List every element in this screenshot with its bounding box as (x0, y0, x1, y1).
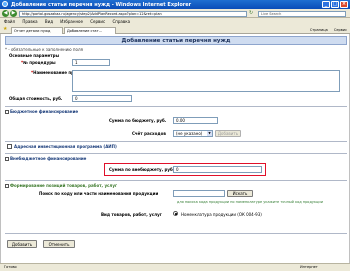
product-search-input[interactable] (173, 190, 225, 197)
budget-checkbox[interactable] (5, 110, 9, 114)
account-label: Счёт расходов (132, 131, 166, 136)
close-button[interactable]: × (340, 1, 348, 8)
menu-item-view[interactable]: Вид (45, 19, 53, 24)
divider (5, 141, 347, 142)
page-menu[interactable]: Страница (310, 28, 328, 32)
classifier-radio[interactable] (173, 211, 178, 216)
address-input[interactable]: http://portal.goszakaz.ru/agency/step2/A… (19, 10, 247, 17)
menu-item-edit[interactable]: Правка (22, 19, 37, 24)
procedure-label: *№ процедуры (21, 60, 56, 65)
status-bar: Готово Интернет (0, 263, 350, 271)
basic-section-title: Основные параметры (9, 53, 60, 58)
maximize-button[interactable]: □ (331, 1, 339, 8)
search-button[interactable]: Искать (227, 190, 253, 197)
status-text: Готово (4, 265, 17, 269)
form-title: Добавление статьи перечня нужд (5, 36, 347, 45)
page-content: Добавление статьи перечня нужд * - обяза… (0, 34, 350, 263)
account-add-button[interactable]: Добавить (215, 130, 241, 137)
classifier-option-label: Номенклатура продукции (ОК 004-93) (181, 212, 262, 217)
zone-text: Интернет (300, 265, 318, 269)
cancel-button[interactable]: Отменить (43, 240, 75, 248)
back-arrow-icon[interactable]: ◀ (2, 10, 9, 17)
minimize-button[interactable]: _ (322, 1, 330, 8)
extrabudget-section-title: Внебюджетное финансирование (5, 156, 86, 161)
extrabudget-checkbox[interactable] (5, 157, 9, 161)
window-titlebar: Добавление статьи перечня нужд - Windows… (0, 0, 350, 9)
divider (5, 106, 347, 107)
menu-item-help[interactable]: Справка (112, 19, 130, 24)
command-bar: Страница Сервис (305, 27, 347, 33)
product-name-textarea[interactable] (72, 70, 340, 92)
menu-item-favorites[interactable]: Избранное (60, 19, 83, 24)
kind-label: Вид товаров, работ, услуг (101, 212, 162, 217)
ie-logo-icon (2, 1, 8, 7)
extrabudget-sum-label: Сумма по внебюджету, руб. (109, 167, 175, 172)
goods-checkbox[interactable] (5, 184, 9, 188)
budget-sum-label: Сумма по бюджету, руб. (109, 118, 167, 123)
aip-checkbox[interactable] (7, 144, 12, 149)
aip-label: Адресная инвестиционная программа (АИП) (14, 144, 117, 149)
submit-button[interactable]: Добавить (7, 240, 37, 248)
address-toolbar: ◀ ▶ http://portal.goszakaz.ru/agency/ste… (0, 9, 350, 18)
web-search-input[interactable]: Live Search (258, 10, 346, 17)
divider (5, 233, 347, 234)
forward-arrow-icon[interactable]: ▶ (10, 10, 17, 17)
required-note: * - обязательные к заполнению поля (5, 47, 83, 52)
search-hint: для поиска кода продукции по номенклатур… (177, 200, 323, 204)
tab-add-record[interactable]: Добавление стат... (64, 26, 116, 34)
menu-item-file[interactable]: Файл (4, 19, 15, 24)
menu-bar: Файл Правка Вид Избранное Сервис Справка (0, 18, 350, 25)
tab-report[interactable]: Отчет детали нужд (11, 26, 63, 34)
divider (5, 153, 347, 154)
extrabudget-sum-input[interactable]: 0 (173, 166, 262, 173)
window-title: Добавление статьи перечня нужд - Windows… (11, 1, 192, 8)
tab-bar: ★ Отчет детали нужд Добавление стат... С… (0, 25, 350, 34)
chevron-down-icon: ▼ (207, 131, 212, 136)
account-select[interactable]: (не указано) ▼ (173, 130, 213, 137)
total-cost-input[interactable]: 0 (72, 95, 132, 102)
refresh-icon[interactable]: ↻ (249, 10, 253, 16)
procedure-input[interactable]: 1 (72, 59, 110, 66)
total-cost-label: Общая стоимость, руб. (9, 96, 63, 101)
goods-section-title: Формирование позиций товаров, работ, усл… (5, 183, 117, 188)
search-label: Поиск по коду или части наименования про… (39, 191, 159, 196)
tools-menu[interactable]: Сервис (334, 28, 347, 32)
favorites-star-icon[interactable]: ★ (3, 26, 7, 32)
divider (5, 180, 347, 181)
menu-item-tools[interactable]: Сервис (90, 19, 105, 24)
budget-sum-input[interactable]: 0.00 (173, 117, 218, 124)
budget-section-title: Бюджетное финансирование (5, 109, 78, 114)
